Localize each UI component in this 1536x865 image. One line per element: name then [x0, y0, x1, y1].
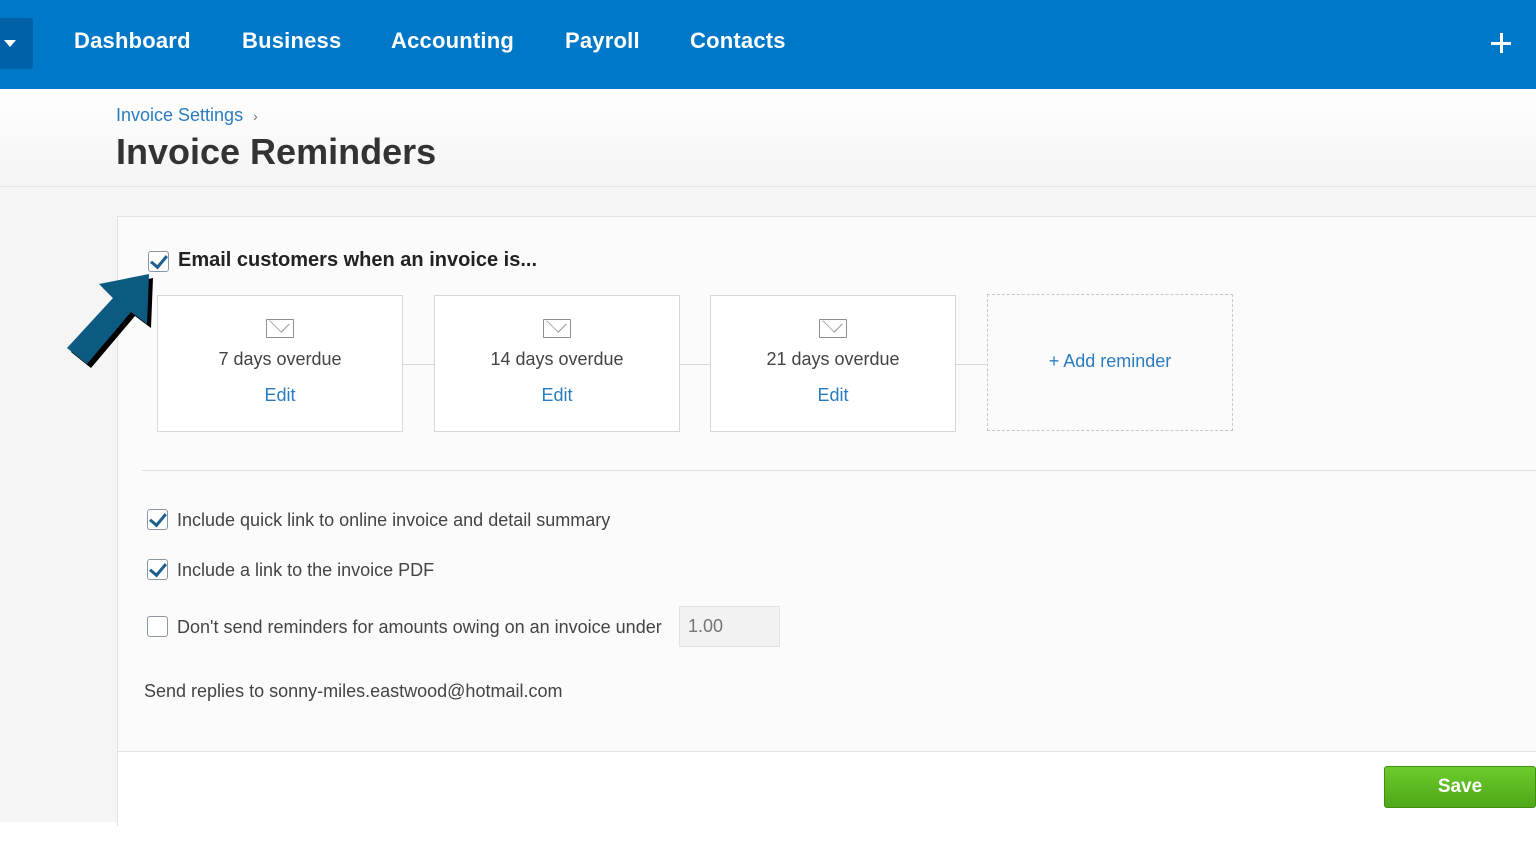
nav-business[interactable]: Business: [242, 28, 341, 54]
card-connector: [403, 364, 434, 365]
reminder-card: 7 days overdue Edit: [157, 295, 403, 432]
reminder-days: 7 days overdue: [218, 349, 342, 369]
min-amount-input[interactable]: [679, 606, 780, 647]
min-amount-checkbox[interactable]: [147, 616, 168, 637]
envelope-icon: [543, 319, 571, 338]
envelope-icon: [819, 319, 847, 338]
breadcrumb: Invoice Settings ›: [116, 105, 258, 126]
reminders-panel: Email customers when an invoice is... 7 …: [117, 216, 1536, 827]
add-reminder-label: + Add reminder: [1048, 351, 1172, 371]
reply-to-text: Send replies to sonny-miles.eastwood@hot…: [144, 681, 563, 701]
plus-icon[interactable]: [1488, 28, 1514, 58]
breadcrumb-invoice-settings[interactable]: Invoice Settings: [116, 105, 243, 125]
nav-dashboard[interactable]: Dashboard: [74, 28, 191, 54]
caret-down-icon: [4, 40, 16, 47]
reminder-card: 14 days overdue Edit: [434, 295, 680, 432]
reminder-edit-link[interactable]: Edit: [158, 385, 402, 406]
reminder-days: 21 days overdue: [766, 349, 900, 369]
panel-footer: [118, 752, 1536, 827]
content-area: Email customers when an invoice is... 7 …: [0, 187, 1536, 827]
top-navigation: Dashboard Business Accounting Payroll Co…: [0, 0, 1536, 89]
min-amount-label: Don't send reminders for amounts owing o…: [177, 617, 662, 637]
page-header: Invoice Settings › Invoice Reminders: [0, 89, 1536, 187]
add-reminder-button[interactable]: + Add reminder: [987, 294, 1233, 431]
menu-toggle-button[interactable]: [0, 18, 33, 69]
card-connector: [956, 364, 987, 365]
card-connector: [680, 364, 711, 365]
pdf-link-label: Include a link to the invoice PDF: [177, 560, 435, 580]
annotation-arrow-icon: [67, 274, 153, 368]
quick-link-checkbox[interactable]: [147, 509, 168, 530]
nav-accounting[interactable]: Accounting: [391, 28, 514, 54]
nav-payroll[interactable]: Payroll: [565, 28, 640, 54]
reminder-days: 14 days overdue: [490, 349, 624, 369]
pdf-link-checkbox[interactable]: [147, 559, 168, 580]
breadcrumb-separator: ›: [253, 108, 258, 124]
nav-contacts[interactable]: Contacts: [690, 28, 786, 54]
section-divider: [142, 470, 1536, 471]
reminder-edit-link[interactable]: Edit: [711, 385, 955, 406]
envelope-icon: [266, 319, 294, 338]
email-customers-label: Email customers when an invoice is...: [178, 249, 538, 271]
quick-link-label: Include quick link to online invoice and…: [177, 510, 611, 530]
page-title: Invoice Reminders: [116, 131, 437, 172]
reminder-card: 21 days overdue Edit: [710, 295, 956, 432]
reminder-edit-link[interactable]: Edit: [435, 385, 679, 406]
save-button[interactable]: Save: [1384, 766, 1536, 808]
